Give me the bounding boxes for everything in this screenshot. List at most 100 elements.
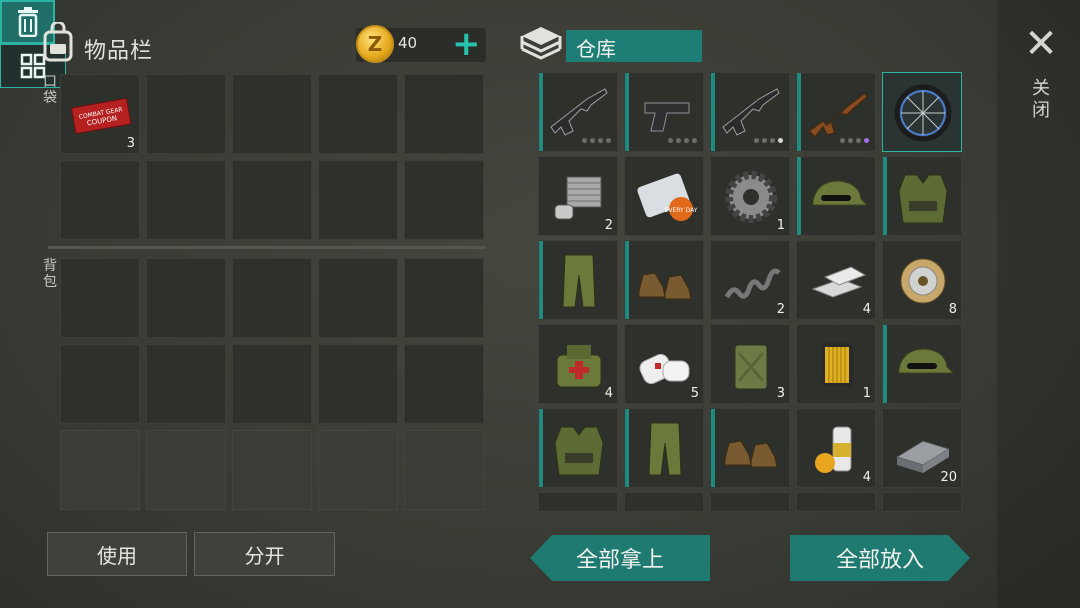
warehouse-slot[interactable] (882, 492, 962, 512)
equip-indicator (539, 73, 543, 151)
medic-bag-icon (556, 345, 602, 388)
backpack-slot[interactable] (318, 258, 398, 338)
warehouse-slot-engine-cylinder[interactable]: 2 (538, 156, 618, 236)
warehouse-slot-bandages[interactable]: 5 (624, 324, 704, 404)
warehouse-slot-oil-filter[interactable]: 1 (796, 324, 876, 404)
trash-icon (17, 7, 38, 37)
equip-indicator (797, 157, 801, 235)
backpack-slot[interactable] (404, 430, 484, 510)
item-quantity: 3 (126, 136, 135, 151)
add-coins-button[interactable]: + (452, 27, 481, 62)
boots-icon (638, 272, 692, 300)
use-button[interactable]: 使用 (47, 532, 187, 576)
pocket-divider (48, 246, 486, 249)
spray-paint-icon (815, 426, 852, 473)
camo-vest-icon (554, 426, 604, 476)
item-quantity: 20 (940, 470, 957, 485)
pocket-slot[interactable] (146, 160, 226, 240)
warehouse-slot-camo-pants[interactable] (538, 240, 618, 320)
item-quantity: 1 (776, 218, 785, 233)
item-quantity: 2 (604, 218, 613, 233)
gear-icon (725, 171, 777, 223)
warehouse-slot-camo-vest[interactable] (538, 408, 618, 488)
warehouse-slot-ak-rifle[interactable] (796, 72, 876, 152)
pocket-slot[interactable] (232, 160, 312, 240)
equip-indicator (711, 409, 715, 487)
put-all-button[interactable]: 全部放入 (790, 535, 970, 581)
backpack-icon (38, 22, 78, 62)
bandages-icon (639, 353, 690, 385)
pocket-slot[interactable] (404, 74, 484, 154)
boots-icon (724, 440, 778, 468)
pocket-slot[interactable] (404, 160, 484, 240)
wire-spool-icon (900, 258, 946, 304)
equip-indicator (539, 409, 543, 487)
backpack-slot[interactable] (60, 430, 140, 510)
warehouse-slot[interactable] (710, 492, 790, 512)
backpack-slot[interactable] (146, 430, 226, 510)
backpack-slot[interactable] (318, 344, 398, 424)
warehouse-slot-medic-bag[interactable]: 4 (538, 324, 618, 404)
close-icon[interactable]: ✕ (1022, 24, 1060, 64)
magazine-roll-icon: EVERY DAY (637, 173, 697, 221)
warehouse-slot-military-cap[interactable] (882, 324, 962, 404)
pocket-slot[interactable] (232, 74, 312, 154)
warehouse-slot[interactable] (538, 492, 618, 512)
camo-vest-icon (898, 174, 948, 224)
warehouse-slot-steel-ingot[interactable]: 20 (882, 408, 962, 488)
equip-indicator (797, 73, 801, 151)
warehouse-slot-bicycle-wheel[interactable] (882, 72, 962, 152)
backpack-slot[interactable] (146, 344, 226, 424)
item-quantity: 2 (776, 302, 785, 317)
warehouse-slot-jerrycan[interactable]: 3 (710, 324, 790, 404)
item-quantity: 4 (604, 386, 613, 401)
backpack-slot[interactable] (232, 258, 312, 338)
warehouse-slot[interactable] (624, 492, 704, 512)
backpack-slot[interactable] (232, 344, 312, 424)
pocket-slot[interactable]: COMBAT GEAR COUPON 3 (60, 74, 140, 154)
close-label[interactable]: 关闭 (1030, 78, 1052, 122)
backpack-slot[interactable] (318, 430, 398, 510)
warehouse-slot-m16-rifle[interactable] (538, 72, 618, 152)
warehouse-slot-gear[interactable]: 1 (710, 156, 790, 236)
backpack-slot[interactable] (60, 344, 140, 424)
pocket-slot[interactable] (318, 74, 398, 154)
pocket-slot[interactable] (60, 160, 140, 240)
backpack-slot[interactable] (60, 258, 140, 338)
warehouse-slot-spring[interactable]: 2 (710, 240, 790, 320)
backpack-slot[interactable] (404, 258, 484, 338)
pocket-slot[interactable] (146, 74, 226, 154)
camo-pants-icon (562, 254, 596, 308)
warehouse-slot-wire-spool[interactable]: 8 (882, 240, 962, 320)
rarity-dots (840, 138, 869, 143)
svg-text:EVERY DAY: EVERY DAY (665, 207, 697, 214)
warehouse-slot-boots[interactable] (710, 408, 790, 488)
warehouse-slot-magazine-roll[interactable]: EVERY DAY (624, 156, 704, 236)
split-button[interactable]: 分开 (194, 532, 335, 576)
warehouse-slot-camo-vest[interactable] (882, 156, 962, 236)
rarity-dots (582, 138, 611, 143)
engine-cylinder-icon (554, 176, 602, 220)
backpack-slot[interactable] (404, 344, 484, 424)
coin-count: 40 (398, 34, 418, 52)
warehouse-slot-camo-pants[interactable] (624, 408, 704, 488)
coin-icon: Z (356, 25, 394, 63)
spring-icon (724, 268, 781, 299)
warehouse-slot-pistol[interactable] (624, 72, 704, 152)
take-all-button[interactable]: 全部拿上 (530, 535, 710, 581)
warehouse-icon (518, 22, 564, 62)
warehouse-slot[interactable] (796, 492, 876, 512)
backpack-slot[interactable] (146, 258, 226, 338)
equip-indicator (883, 157, 887, 235)
warehouse-slot-m16-rifle[interactable] (710, 72, 790, 152)
backpack-slot[interactable] (232, 430, 312, 510)
warehouse-slot-boots[interactable] (624, 240, 704, 320)
rarity-dots (754, 138, 783, 143)
pocket-slot[interactable] (318, 160, 398, 240)
pistol-icon (644, 102, 690, 132)
warehouse-slot-metal-bars[interactable]: 4 (796, 240, 876, 320)
equip-indicator (883, 325, 887, 403)
warehouse-slot-military-cap[interactable] (796, 156, 876, 236)
metal-bars-icon (811, 266, 867, 298)
warehouse-slot-spray-paint[interactable]: 4 (796, 408, 876, 488)
